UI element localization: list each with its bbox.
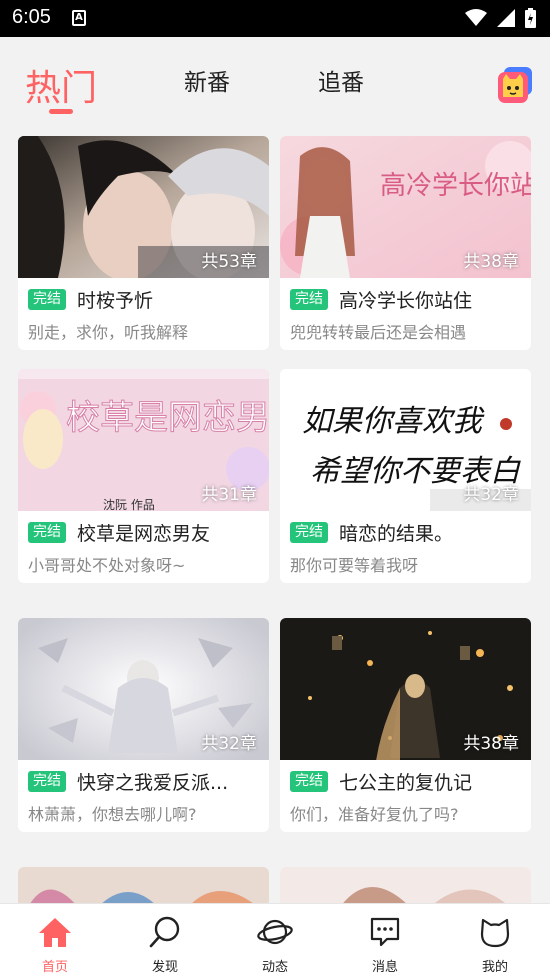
status-badge: 完结 [28, 771, 66, 792]
comic-cover: 共53章 [18, 136, 269, 278]
comic-card[interactable] [18, 867, 269, 907]
status-badge: 完结 [28, 289, 66, 310]
top-tab-bar: 热门 新番 追番 [0, 37, 550, 127]
planet-icon [257, 919, 293, 945]
comic-card[interactable]: 共53章 完结 时桉予忻 别走，求你，听我解释 [18, 136, 269, 350]
comic-title: 暗恋的结果。 [339, 523, 454, 545]
comic-cover: 共38章 [280, 618, 531, 760]
chapter-count: 共31章 [201, 485, 257, 505]
status-badge: 完结 [290, 771, 328, 792]
bottom-nav-bar: 首页 发现 动态 消息 我的 [0, 903, 550, 979]
comic-description: 林萧萧，你想去哪儿啊? [28, 805, 197, 824]
comic-description: 小哥哥处不处对象呀~ [28, 556, 186, 575]
nav-messages[interactable]: 消息 [330, 904, 440, 979]
comic-title: 高冷学长你站住 [339, 290, 473, 312]
nav-discover[interactable]: 发现 [110, 904, 220, 979]
nav-home[interactable]: 首页 [0, 904, 110, 979]
notification-a-icon: A [72, 10, 86, 26]
status-badge: 完结 [290, 522, 328, 543]
search-icon [149, 916, 180, 948]
comic-cover [280, 867, 531, 907]
comic-title: 七公主的复仇记 [339, 772, 473, 794]
comic-card[interactable] [280, 867, 531, 907]
message-icon [370, 917, 400, 947]
cover-line-1: 如果你喜欢我 [302, 404, 485, 439]
wifi-icon [465, 9, 487, 26]
battery-icon [525, 8, 536, 28]
comic-description: 兜兜转转最后还是会相遇 [290, 323, 467, 342]
comic-title: 校草是网恋男友 [77, 523, 211, 545]
tab-new[interactable]: 新番 [184, 63, 230, 97]
comic-cover: 校草是网恋男友 沈阮 作品 共31章 [18, 369, 269, 511]
comic-description: 那你可要等着我呀 [290, 556, 419, 575]
status-badge: 完结 [290, 289, 328, 310]
comic-cover: 如果你喜欢我 希望你不要表白 共32章 [280, 369, 531, 511]
comic-description: 别走，求你，听我解释 [28, 323, 189, 342]
comic-title: 时桉予忻 [77, 290, 154, 312]
cell-signal-icon [497, 9, 515, 27]
user-avatar-button[interactable] [498, 67, 532, 103]
cover-title-text: 高冷学长你站住 [380, 171, 531, 201]
chapter-count: 共53章 [201, 252, 257, 272]
comic-card[interactable]: 校草是网恋男友 沈阮 作品 共31章 完结 校草是网恋男友 小哥哥处不处对象呀~ [18, 369, 269, 583]
nav-feed-label: 动态 [261, 960, 288, 975]
nav-messages-label: 消息 [371, 960, 398, 975]
nav-profile[interactable]: 我的 [440, 904, 550, 979]
avatar-icon [498, 67, 532, 103]
status-badge: 完结 [28, 522, 66, 543]
comic-title: 快穿之我爱反派... [77, 772, 229, 794]
chapter-count: 共32章 [201, 734, 257, 754]
comic-cover: 高冷学长你站住 共38章 [280, 136, 531, 278]
comic-card[interactable]: 高冷学长你站住 共38章 完结 高冷学长你站住 兜兜转转最后还是会相遇 [280, 136, 531, 350]
chapter-count: 共32章 [463, 485, 519, 505]
nav-home-label: 首页 [41, 960, 68, 975]
comic-card[interactable]: 共38章 完结 七公主的复仇记 你们，准备好复仇了吗? [280, 618, 531, 832]
comic-card[interactable]: 共32章 完结 快穿之我爱反派... 林萧萧，你想去哪儿啊? [18, 618, 269, 832]
comic-description: 你们，准备好复仇了吗? [290, 805, 459, 824]
status-bar: 6:05 A [0, 0, 550, 37]
nav-discover-label: 发现 [151, 960, 178, 975]
cat-face-icon [480, 918, 510, 948]
cover-title-text: 校草是网恋男友 [66, 398, 269, 438]
comic-cover [18, 867, 269, 907]
comic-card[interactable]: 如果你喜欢我 希望你不要表白 共32章 完结 暗恋的结果。 那你可要等着我呀 [280, 369, 531, 583]
status-time: 6:05 [12, 6, 51, 28]
nav-feed[interactable]: 动态 [220, 904, 330, 979]
comic-cover: 共32章 [18, 618, 269, 760]
nav-profile-label: 我的 [481, 960, 508, 975]
active-tab-indicator [49, 109, 73, 114]
chapter-count: 共38章 [463, 252, 519, 272]
home-icon [39, 918, 71, 947]
tab-hot[interactable]: 热门 [25, 59, 97, 111]
chapter-count: 共38章 [463, 734, 519, 754]
cover-author-text: 沈阮 作品 [103, 497, 155, 511]
tab-following[interactable]: 追番 [318, 63, 364, 97]
